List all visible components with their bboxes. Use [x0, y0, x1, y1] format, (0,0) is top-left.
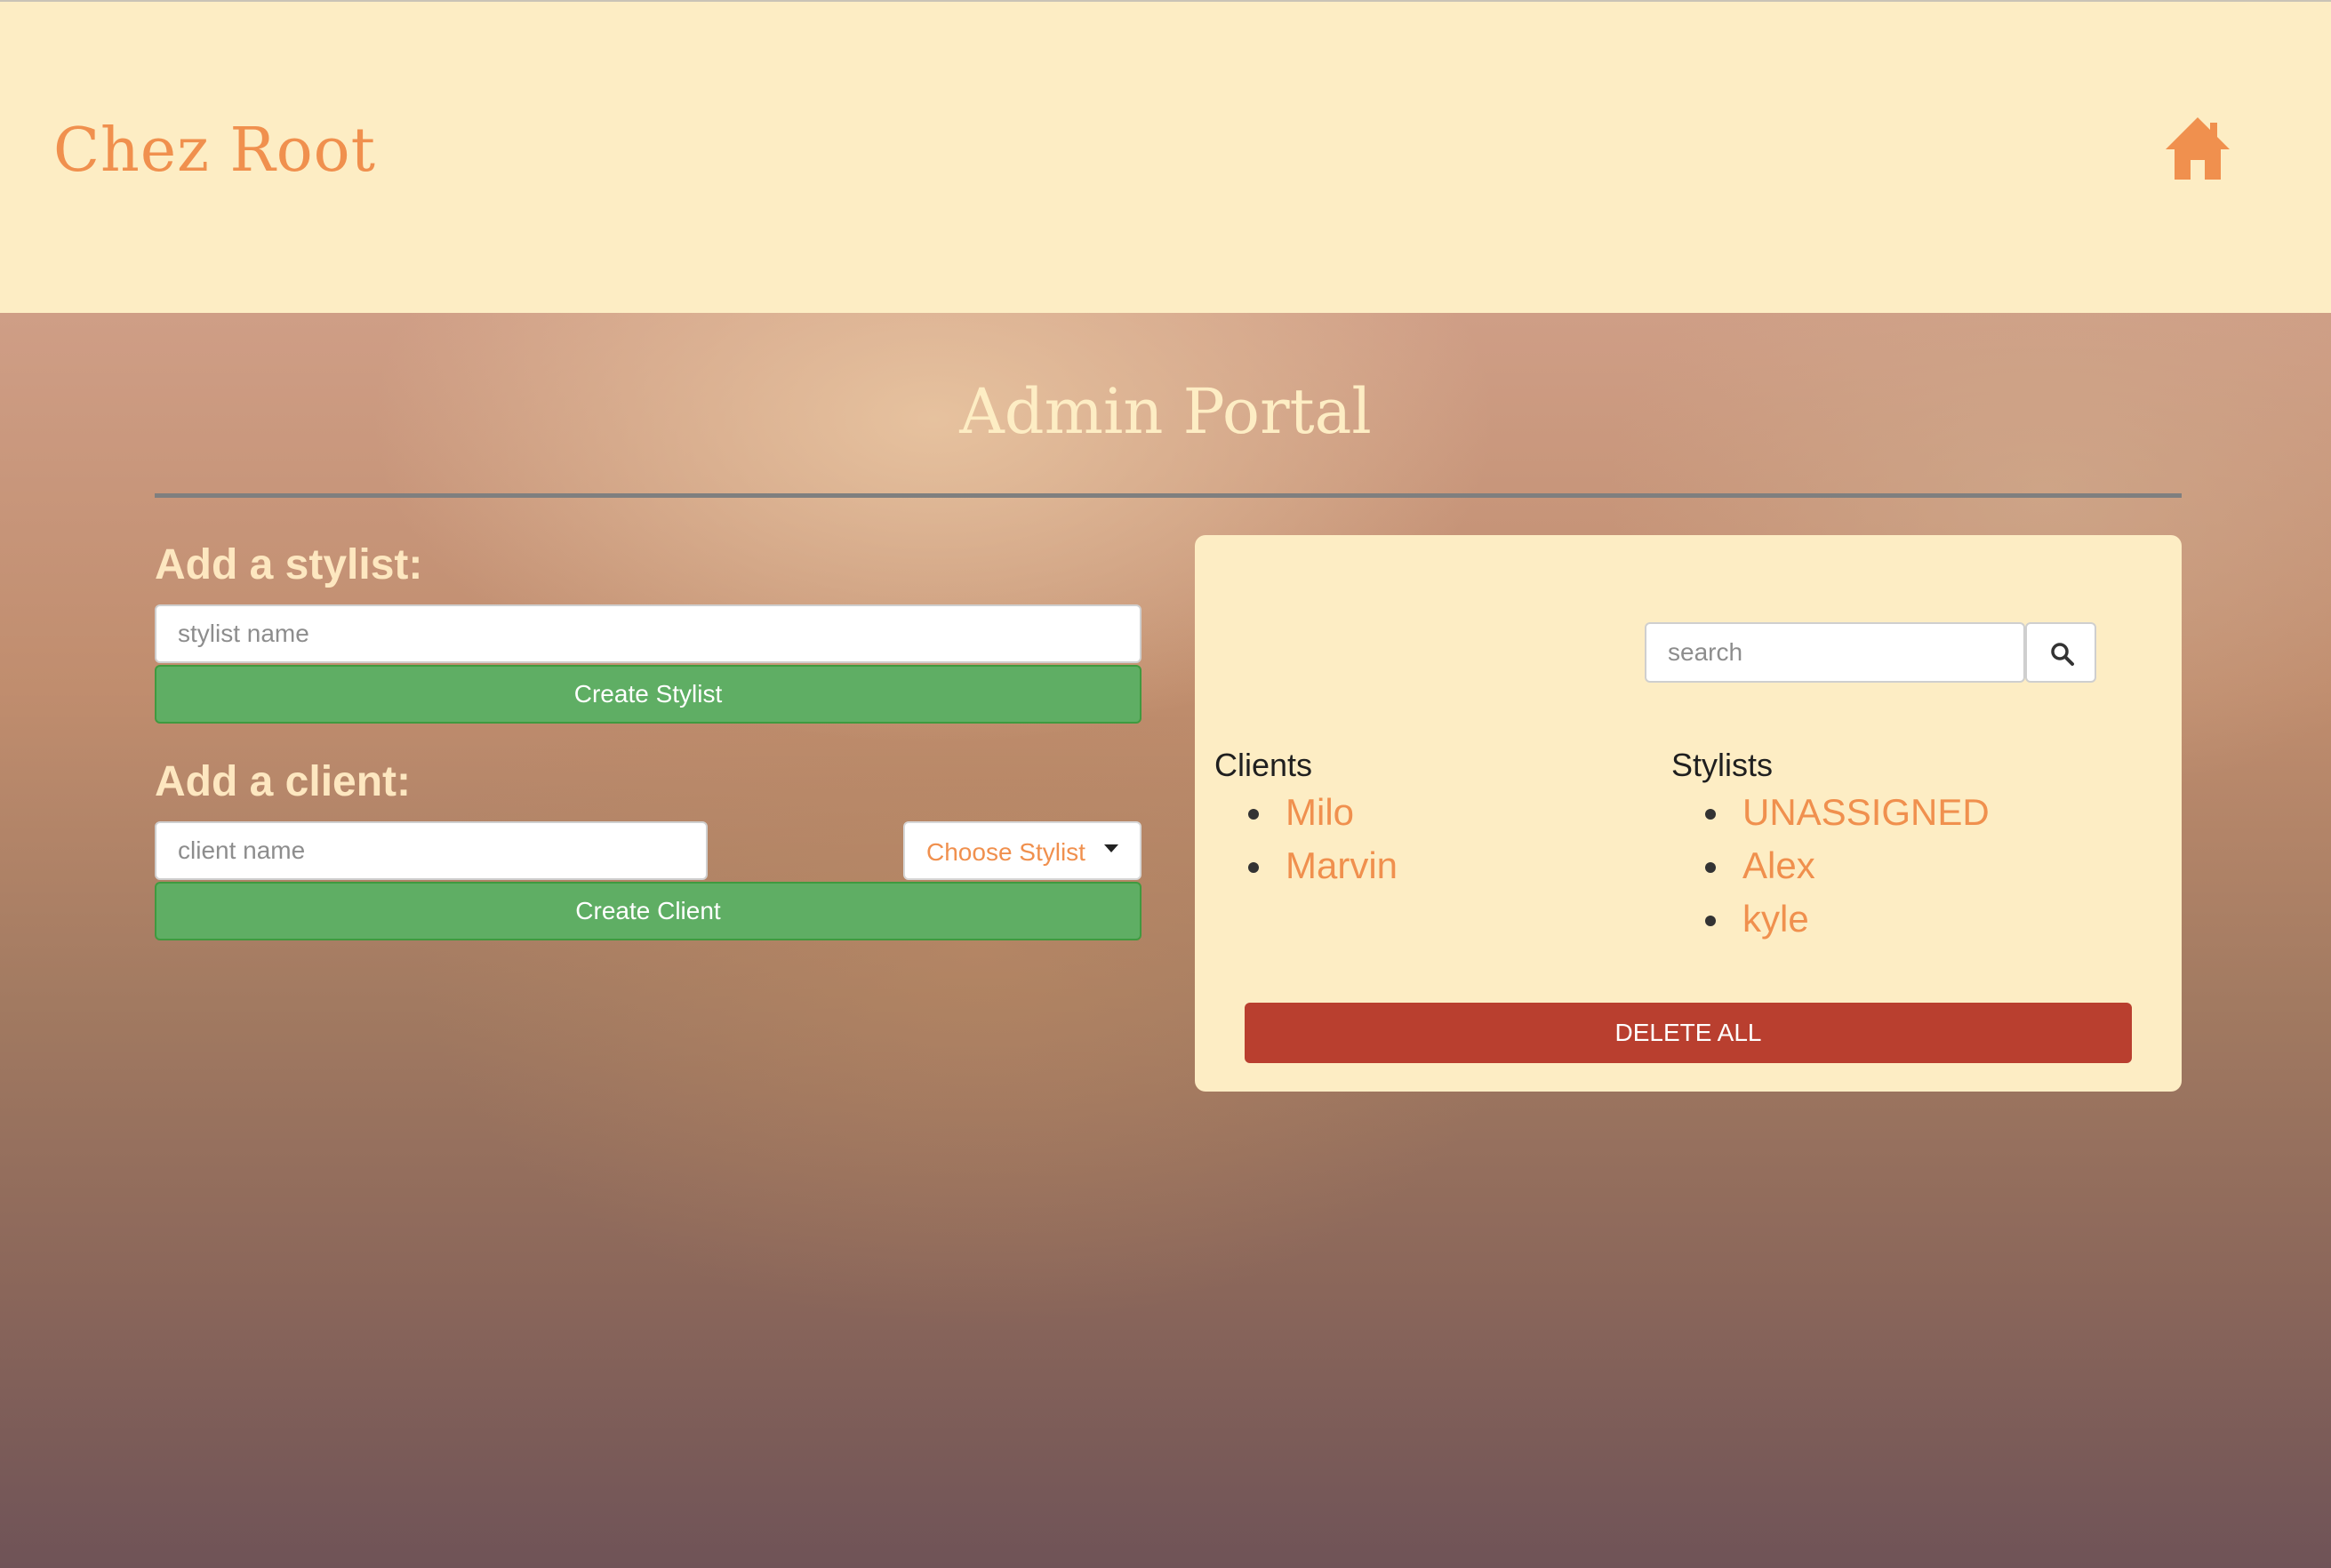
- clients-heading: Clients: [1214, 747, 1313, 783]
- stylist-link[interactable]: kyle: [1742, 898, 1809, 940]
- add-stylist-label: Add a stylist:: [155, 541, 423, 588]
- chevron-down-icon: [1104, 844, 1118, 852]
- bullet: [1705, 809, 1716, 820]
- choose-stylist-dropdown[interactable]: Choose Stylist: [903, 821, 1141, 880]
- add-client-label: Add a client:: [155, 758, 412, 805]
- client-name-input[interactable]: [155, 821, 708, 880]
- client-link[interactable]: Marvin: [1286, 844, 1398, 886]
- page-title: Admin Portal: [959, 375, 1372, 448]
- bullet: [1248, 862, 1259, 873]
- main-content: Admin Portal Add a stylist: Create Styli…: [0, 313, 2331, 1568]
- title-divider: [155, 493, 2182, 498]
- bullet: [1248, 809, 1259, 820]
- home-icon[interactable]: [2164, 116, 2231, 183]
- delete-all-button[interactable]: DELETE ALL: [1245, 1003, 2132, 1063]
- stylist-link[interactable]: Alex: [1742, 844, 1815, 886]
- directory-panel: Clients Milo Marvin Stylists UNASSIGNED …: [1195, 535, 2182, 1092]
- bullet: [1705, 916, 1716, 926]
- client-link[interactable]: Milo: [1286, 791, 1354, 833]
- top-navbar: Chez Root: [0, 0, 2331, 313]
- brand-logo[interactable]: Chez Root: [53, 116, 376, 186]
- stylists-heading: Stylists: [1671, 747, 1774, 783]
- stylist-link[interactable]: UNASSIGNED: [1742, 791, 1990, 833]
- stylist-name-input[interactable]: [155, 604, 1141, 663]
- client-item[interactable]: Milo: [1214, 786, 1398, 839]
- bullet: [1705, 862, 1716, 873]
- app-window: Chez Root Admin Portal Add a stylist: Cr…: [0, 0, 2331, 1568]
- stylist-item[interactable]: kyle: [1671, 892, 1990, 946]
- stylist-item[interactable]: Alex: [1671, 839, 1990, 892]
- choose-stylist-label: Choose Stylist: [926, 838, 1085, 866]
- search-input[interactable]: [1645, 622, 2025, 683]
- create-stylist-button[interactable]: Create Stylist: [155, 665, 1141, 724]
- create-client-button[interactable]: Create Client: [155, 882, 1141, 940]
- client-item[interactable]: Marvin: [1214, 839, 1398, 892]
- search-button[interactable]: [2025, 622, 2096, 683]
- stylist-item[interactable]: UNASSIGNED: [1671, 786, 1990, 839]
- search-icon: [2051, 643, 2074, 666]
- clients-list: Milo Marvin: [1214, 786, 1398, 892]
- stylists-list: UNASSIGNED Alex kyle: [1671, 786, 1990, 946]
